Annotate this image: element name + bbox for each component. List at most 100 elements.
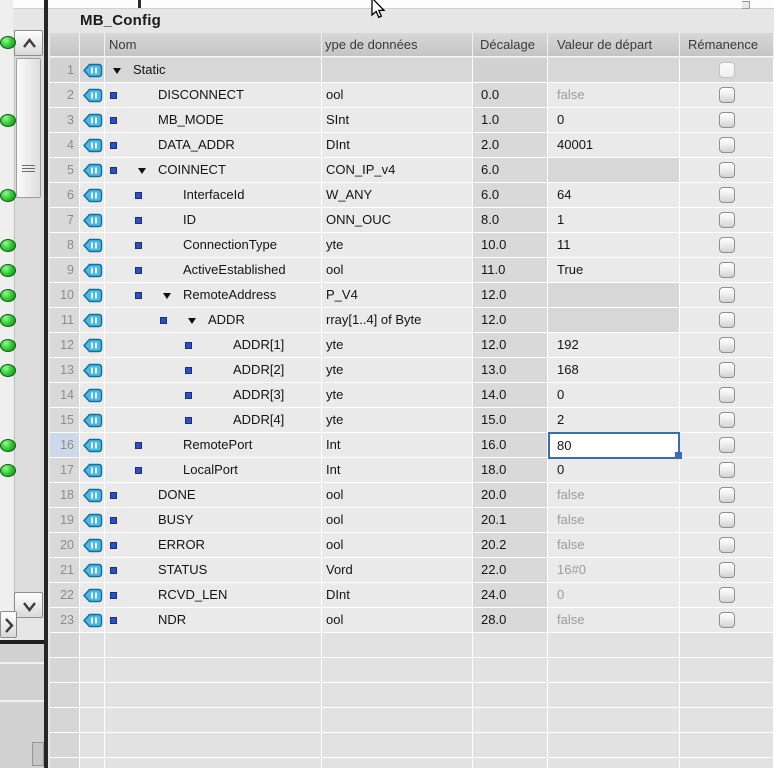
empty-cell[interactable] xyxy=(50,683,80,708)
retain-checkbox[interactable] xyxy=(719,287,735,303)
scroll-down-button[interactable] xyxy=(14,592,43,618)
retain-checkbox[interactable] xyxy=(719,462,735,478)
empty-cell[interactable] xyxy=(322,708,473,733)
start-value-cell[interactable] xyxy=(548,283,680,308)
empty-cell[interactable] xyxy=(80,758,105,768)
name-cell[interactable]: ConnectionType xyxy=(105,233,322,258)
empty-cell[interactable] xyxy=(105,633,322,658)
empty-cell[interactable] xyxy=(473,683,548,708)
row-number-cell[interactable]: 4 xyxy=(50,133,80,158)
start-value-edit-input[interactable]: 80 xyxy=(548,432,680,459)
collapse-triangle-icon[interactable] xyxy=(188,318,196,324)
empty-cell[interactable] xyxy=(680,658,774,683)
row-number-cell[interactable]: 19 xyxy=(50,508,80,533)
empty-cell[interactable] xyxy=(80,658,105,683)
start-value-cell[interactable] xyxy=(548,308,680,333)
name-cell[interactable]: LocalPort xyxy=(105,458,322,483)
start-value-cell[interactable]: 2 xyxy=(548,408,680,433)
start-value-cell[interactable]: 64 xyxy=(548,183,680,208)
header-cell-name[interactable]: Nom xyxy=(105,33,322,57)
header-cell-blank[interactable] xyxy=(50,33,80,57)
row-number-cell[interactable]: 2 xyxy=(50,83,80,108)
header-cell-offset[interactable]: Décalage xyxy=(473,33,548,57)
start-value-cell[interactable]: 0 xyxy=(548,458,680,483)
name-cell[interactable]: ADDR[1] xyxy=(105,333,322,358)
empty-cell[interactable] xyxy=(322,633,473,658)
name-cell[interactable]: RCVD_LEN xyxy=(105,583,322,608)
type-cell[interactable]: yte xyxy=(322,358,473,383)
name-cell[interactable]: DONE xyxy=(105,483,322,508)
row-number-cell[interactable]: 22 xyxy=(50,583,80,608)
name-cell[interactable]: COINNECT xyxy=(105,158,322,183)
empty-cell[interactable] xyxy=(105,758,322,768)
header-cell-start-value[interactable]: Valeur de départ xyxy=(548,33,680,57)
type-cell[interactable]: W_ANY xyxy=(322,183,473,208)
empty-cell[interactable] xyxy=(680,683,774,708)
row-number-cell[interactable]: 7 xyxy=(50,208,80,233)
type-cell[interactable] xyxy=(322,58,473,83)
collapse-triangle-icon[interactable] xyxy=(113,68,121,74)
retain-checkbox[interactable] xyxy=(719,337,735,353)
row-number-cell[interactable]: 5 xyxy=(50,158,80,183)
row-number-cell[interactable]: 6 xyxy=(50,183,80,208)
name-cell[interactable]: DATA_ADDR xyxy=(105,133,322,158)
name-cell[interactable]: ADDR[3] xyxy=(105,383,322,408)
empty-cell[interactable] xyxy=(322,758,473,768)
scroll-right-button[interactable] xyxy=(0,611,17,638)
start-value-cell[interactable] xyxy=(548,58,680,83)
row-number-cell[interactable]: 11 xyxy=(50,308,80,333)
retain-checkbox[interactable] xyxy=(719,262,735,278)
name-cell[interactable]: BUSY xyxy=(105,508,322,533)
empty-cell[interactable] xyxy=(548,758,680,768)
empty-cell[interactable] xyxy=(322,733,473,758)
retain-checkbox[interactable] xyxy=(719,587,735,603)
name-cell[interactable]: InterfaceId xyxy=(105,183,322,208)
empty-cell[interactable] xyxy=(473,733,548,758)
retain-checkbox[interactable] xyxy=(719,387,735,403)
empty-cell[interactable] xyxy=(50,733,80,758)
row-number-cell[interactable]: 12 xyxy=(50,333,80,358)
row-number-cell[interactable]: 18 xyxy=(50,483,80,508)
empty-cell[interactable] xyxy=(548,733,680,758)
row-number-cell[interactable]: 8 xyxy=(50,233,80,258)
name-cell[interactable]: RemoteAddress xyxy=(105,283,322,308)
retain-checkbox[interactable] xyxy=(719,562,735,578)
name-cell[interactable]: ERROR xyxy=(105,533,322,558)
retain-checkbox[interactable] xyxy=(719,237,735,253)
type-cell[interactable]: yte xyxy=(322,383,473,408)
empty-cell[interactable] xyxy=(50,708,80,733)
retain-checkbox[interactable] xyxy=(719,412,735,428)
type-cell[interactable]: ool xyxy=(322,608,473,633)
retain-checkbox[interactable] xyxy=(719,312,735,328)
retain-checkbox[interactable] xyxy=(719,612,735,628)
retain-checkbox[interactable] xyxy=(719,487,735,503)
retain-checkbox[interactable] xyxy=(719,512,735,528)
vertical-scrollbar-thumb[interactable] xyxy=(16,58,41,198)
start-value-cell[interactable]: 16#0 xyxy=(548,558,680,583)
type-cell[interactable]: P_V4 xyxy=(322,283,473,308)
empty-cell[interactable] xyxy=(680,733,774,758)
row-number-cell[interactable]: 17 xyxy=(50,458,80,483)
empty-cell[interactable] xyxy=(548,683,680,708)
retain-checkbox[interactable] xyxy=(719,187,735,203)
header-cell-retain[interactable]: Rémanence xyxy=(680,33,774,57)
start-value-cell[interactable]: false xyxy=(548,83,680,108)
type-cell[interactable]: yte xyxy=(322,333,473,358)
row-number-cell[interactable]: 3 xyxy=(50,108,80,133)
empty-cell[interactable] xyxy=(322,658,473,683)
empty-cell[interactable] xyxy=(80,708,105,733)
retain-checkbox[interactable] xyxy=(719,362,735,378)
empty-cell[interactable] xyxy=(473,633,548,658)
row-number-cell[interactable]: 14 xyxy=(50,383,80,408)
type-cell[interactable]: Int xyxy=(322,458,473,483)
start-value-cell[interactable]: 168 xyxy=(548,358,680,383)
type-cell[interactable]: ool xyxy=(322,258,473,283)
row-number-cell[interactable]: 1 xyxy=(50,58,80,83)
start-value-cell[interactable]: 0 xyxy=(548,583,680,608)
type-cell[interactable]: SInt xyxy=(322,108,473,133)
empty-cell[interactable] xyxy=(105,683,322,708)
row-number-cell[interactable]: 15 xyxy=(50,408,80,433)
start-value-cell[interactable]: 40001 xyxy=(548,133,680,158)
start-value-cell[interactable]: True xyxy=(548,258,680,283)
empty-cell[interactable] xyxy=(548,708,680,733)
